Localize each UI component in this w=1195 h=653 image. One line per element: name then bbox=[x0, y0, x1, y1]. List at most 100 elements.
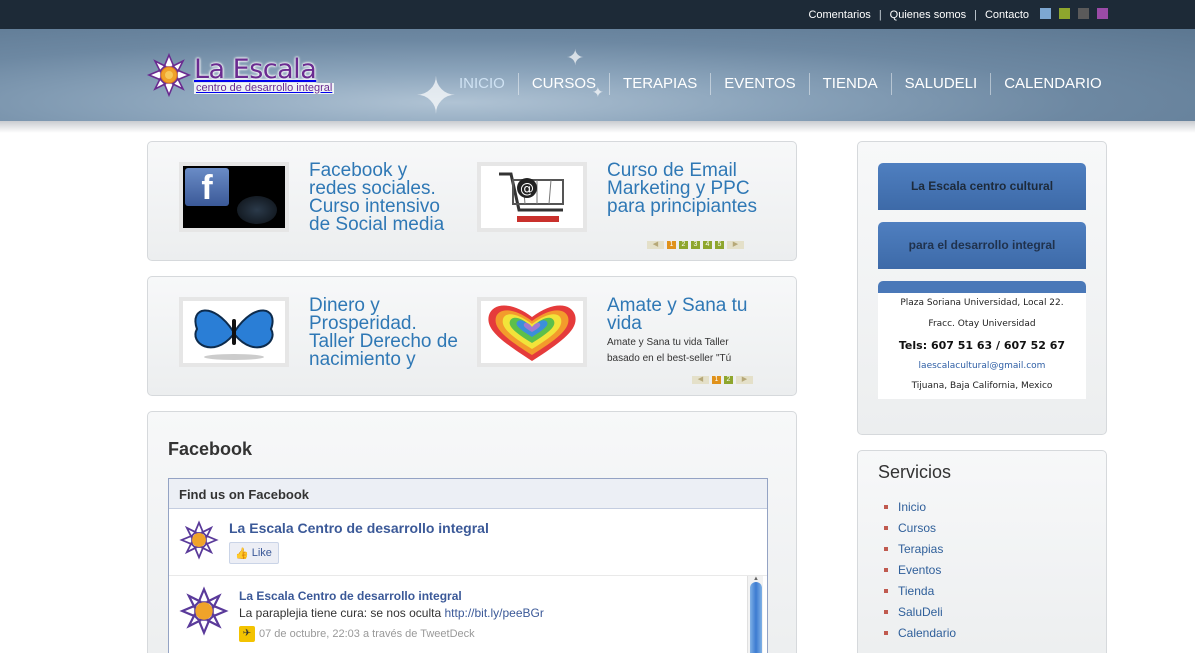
divider bbox=[169, 575, 767, 576]
email-link[interactable]: laescalacultural@gmail.com bbox=[878, 361, 1086, 371]
info-button-cultural[interactable]: La Escala centro cultural bbox=[878, 163, 1086, 210]
post-author[interactable]: La Escala Centro de desarrollo integral bbox=[239, 589, 462, 603]
logo-title: La Escala bbox=[194, 53, 317, 85]
sparkle-decoration: ✦ bbox=[566, 45, 585, 70]
phone-numbers: Tels: 607 51 63 / 607 52 67 bbox=[898, 339, 1066, 352]
globe-icon bbox=[237, 196, 277, 224]
like-label: Like bbox=[251, 547, 272, 559]
address-line-1: Plaza Soriana Universidad, Local 22. bbox=[900, 298, 1064, 308]
slide-title[interactable]: Facebook y redes sociales. Curso intensi… bbox=[309, 162, 459, 234]
pager-page[interactable]: 1 bbox=[667, 241, 676, 249]
logo-text: La Escala centro de desarrollo integral bbox=[194, 53, 335, 94]
facebook-image: f bbox=[183, 166, 285, 228]
slide-description: Amate y Sana tu vida Taller basado en el… bbox=[607, 337, 732, 364]
slide-title[interactable]: Amate y Sana tu vida bbox=[607, 297, 757, 333]
svg-text:@: @ bbox=[520, 181, 534, 197]
theme-swatch-green[interactable] bbox=[1059, 8, 1070, 19]
scrollbar-thumb[interactable] bbox=[750, 582, 762, 653]
services-panel: Servicios Inicio Cursos Terapias Eventos… bbox=[857, 450, 1107, 653]
service-label: Terapias bbox=[898, 541, 944, 556]
email-cart-image: @ bbox=[481, 166, 583, 228]
service-item-saludeli[interactable]: SaluDeli bbox=[884, 601, 956, 622]
next-arrow-icon[interactable]: ▶ bbox=[727, 241, 744, 249]
bullet-icon bbox=[884, 588, 888, 593]
services-title: Servicios bbox=[878, 462, 952, 482]
theme-swatch-blue[interactable] bbox=[1040, 8, 1051, 19]
post-meta: ✈ 07 de octubre, 22:03 a través de Tweet… bbox=[239, 626, 475, 642]
featured-slider-1: f Facebook y redes sociales. Curso inten… bbox=[147, 141, 797, 261]
service-item-calendario[interactable]: Calendario bbox=[884, 622, 956, 643]
site-logo[interactable]: La Escala centro de desarrollo integral bbox=[146, 52, 335, 98]
butterfly-icon bbox=[194, 309, 274, 360]
city-line: Tijuana, Baja California, Mexico bbox=[911, 381, 1053, 391]
facebook-like-box: Find us on Facebook La Escala Centro de … bbox=[168, 478, 768, 653]
bullet-icon bbox=[884, 546, 888, 551]
pager-page[interactable]: 2 bbox=[724, 376, 733, 384]
shopping-cart-icon: @ bbox=[499, 172, 564, 222]
facebook-panel: Facebook Find us on Facebook La Escala C… bbox=[147, 411, 797, 653]
info-panel: La Escala centro cultural para el desarr… bbox=[857, 141, 1107, 435]
pager-page[interactable]: 1 bbox=[712, 376, 721, 384]
bullet-icon bbox=[884, 630, 888, 635]
service-label: Calendario bbox=[898, 625, 957, 640]
contacto-link[interactable]: Contacto bbox=[977, 9, 1037, 21]
bullet-icon bbox=[884, 525, 888, 530]
nav-calendario[interactable]: CALENDARIO bbox=[990, 73, 1115, 95]
service-item-tienda[interactable]: Tienda bbox=[884, 580, 956, 601]
like-button[interactable]: 👍 Like bbox=[229, 542, 279, 564]
lotus-logo-icon bbox=[146, 52, 192, 98]
butterfly-image bbox=[183, 301, 285, 363]
top-links: Comentarios | Quienes somos | Contacto bbox=[800, 0, 1037, 29]
next-arrow-icon[interactable]: ▶ bbox=[736, 376, 753, 384]
address-line-2: Fracc. Otay Universidad bbox=[928, 319, 1036, 329]
slide-thumbnail[interactable]: f bbox=[179, 162, 289, 232]
bullet-icon bbox=[884, 504, 888, 509]
prev-arrow-icon[interactable]: ◀ bbox=[647, 241, 664, 249]
header-shadow bbox=[0, 121, 1195, 133]
slide-title[interactable]: Dinero y Prosperidad. Taller Derecho de … bbox=[309, 297, 459, 369]
pager-page[interactable]: 5 bbox=[715, 241, 724, 249]
thumbs-up-icon: 👍 bbox=[235, 547, 249, 560]
featured-slider-2: Dinero y Prosperidad. Taller Derecho de … bbox=[147, 276, 797, 396]
nav-inicio[interactable]: INICIO bbox=[446, 73, 518, 95]
prev-arrow-icon[interactable]: ◀ bbox=[692, 376, 709, 384]
comentarios-link[interactable]: Comentarios bbox=[800, 9, 878, 21]
post-timestamp: 07 de octubre, 22:03 a través de TweetDe… bbox=[259, 628, 475, 640]
post-message: La paraplejia tiene cura: se nos oculta bbox=[239, 606, 442, 620]
pager-page[interactable]: 2 bbox=[679, 241, 688, 249]
theme-swatch-gray[interactable] bbox=[1078, 8, 1089, 19]
nav-saludeli[interactable]: SALUDELI bbox=[890, 73, 991, 95]
post-link[interactable]: http://bit.ly/peeBGr bbox=[444, 606, 543, 620]
pager-page[interactable]: 4 bbox=[703, 241, 712, 249]
bullet-icon bbox=[884, 609, 888, 614]
info-button-integral[interactable]: para el desarrollo integral bbox=[878, 222, 1086, 269]
service-item-terapias[interactable]: Terapias bbox=[884, 538, 956, 559]
service-item-inicio[interactable]: Inicio bbox=[884, 496, 956, 517]
scrollbar[interactable]: ▲ bbox=[747, 576, 763, 653]
nav-eventos[interactable]: EVENTOS bbox=[710, 73, 808, 95]
slide-thumbnail[interactable] bbox=[179, 297, 289, 367]
nav-tienda[interactable]: TIENDA bbox=[808, 73, 891, 95]
logo-subtitle: centro de desarrollo integral bbox=[194, 81, 335, 94]
facebook-page-name[interactable]: La Escala Centro de desarrollo integral bbox=[229, 520, 489, 536]
pager-page[interactable]: 3 bbox=[691, 241, 700, 249]
nav-cursos[interactable]: CURSOS bbox=[517, 73, 609, 95]
slide-thumbnail[interactable]: @ bbox=[477, 162, 587, 232]
nav-terapias[interactable]: TERAPIAS bbox=[609, 73, 710, 95]
services-list: Inicio Cursos Terapias Eventos Tienda Sa… bbox=[884, 496, 956, 643]
lotus-logo-icon[interactable] bbox=[179, 520, 219, 560]
service-label: Eventos bbox=[898, 562, 942, 577]
service-label: SaluDeli bbox=[898, 604, 943, 619]
service-item-eventos[interactable]: Eventos bbox=[884, 559, 956, 580]
theme-swatch-purple[interactable] bbox=[1097, 8, 1108, 19]
service-label: Tienda bbox=[898, 583, 935, 598]
lotus-logo-icon[interactable] bbox=[179, 586, 229, 636]
service-item-cursos[interactable]: Cursos bbox=[884, 517, 956, 538]
slide-thumbnail[interactable] bbox=[477, 297, 587, 367]
slide-title[interactable]: Curso de Email Marketing y PPC para prin… bbox=[607, 162, 757, 234]
main-nav: INICIO CURSOS TERAPIAS EVENTOS TIENDA SA… bbox=[446, 72, 1115, 96]
facebook-f-icon: f bbox=[185, 168, 229, 207]
quienes-somos-link[interactable]: Quienes somos bbox=[882, 9, 974, 21]
facebook-section-title: Facebook bbox=[168, 439, 253, 459]
post-text: La paraplejia tiene cura: se nos oculta … bbox=[239, 606, 544, 620]
